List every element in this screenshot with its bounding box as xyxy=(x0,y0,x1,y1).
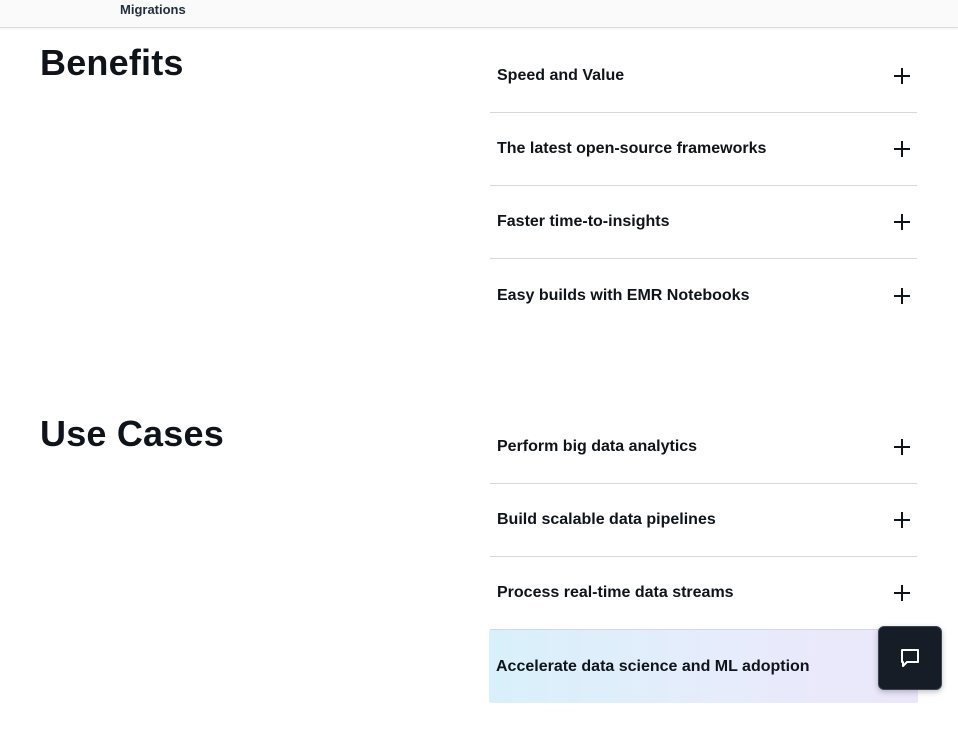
chat-bubble-icon xyxy=(901,649,919,667)
accordion-item-emr-notebooks[interactable]: Easy builds with EMR Notebooks xyxy=(490,259,917,332)
accordion-item-label: Process real-time data streams xyxy=(497,584,734,601)
use-cases-heading: Use Cases xyxy=(40,413,224,454)
plus-icon[interactable] xyxy=(894,512,910,528)
chat-button[interactable] xyxy=(878,626,942,690)
accordion-item-big-data-analytics[interactable]: Perform big data analytics xyxy=(490,411,917,484)
accordion-item-faster-insights[interactable]: Faster time-to-insights xyxy=(490,186,917,259)
accordion-item-data-pipelines[interactable]: Build scalable data pipelines xyxy=(490,484,917,557)
plus-icon[interactable] xyxy=(894,585,910,601)
accordion-item-label: The latest open-source frameworks xyxy=(497,140,767,157)
benefits-accordion: Speed and Value The latest open-source f… xyxy=(490,40,917,332)
accordion-item-label: Faster time-to-insights xyxy=(497,213,670,230)
top-nav-bar: Migrations xyxy=(0,0,958,28)
accordion-item-label: Speed and Value xyxy=(497,67,625,84)
plus-icon[interactable] xyxy=(894,214,910,230)
use-cases-accordion: Perform big data analytics Build scalabl… xyxy=(489,411,918,703)
plus-icon[interactable] xyxy=(894,287,910,304)
accordion-item-label: Perform big data analytics xyxy=(497,438,698,455)
plus-icon[interactable] xyxy=(894,141,910,157)
accordion-item-speed-and-value[interactable]: Speed and Value xyxy=(490,40,917,113)
accordion-item-real-time-streams[interactable]: Process real-time data streams xyxy=(490,557,917,630)
accordion-item-ml-adoption[interactable]: Accelerate data science and ML adoption xyxy=(489,630,918,703)
accordion-item-label: Easy builds with EMR Notebooks xyxy=(497,286,750,304)
accordion-item-open-source-frameworks[interactable]: The latest open-source frameworks xyxy=(490,113,917,186)
accordion-item-label: Build scalable data pipelines xyxy=(497,511,716,528)
plus-icon[interactable] xyxy=(894,68,910,84)
plus-icon[interactable] xyxy=(894,439,910,455)
accordion-item-label: Accelerate data science and ML adoption xyxy=(496,657,810,675)
nav-link-migrations[interactable]: Migrations xyxy=(120,2,186,18)
benefits-heading: Benefits xyxy=(40,42,184,83)
